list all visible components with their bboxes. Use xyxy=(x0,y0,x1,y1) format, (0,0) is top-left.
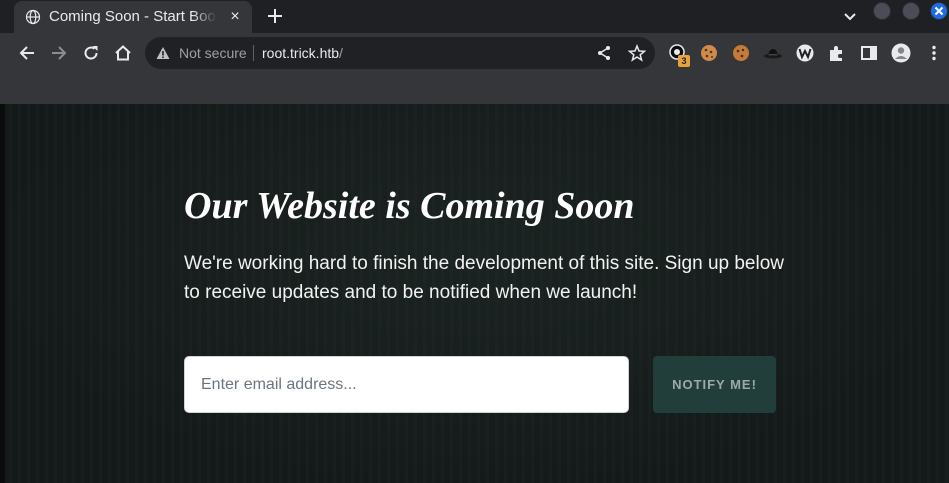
profile-avatar-icon[interactable] xyxy=(891,43,911,63)
cookie-editor-icon[interactable] xyxy=(731,43,751,63)
cookie-extension-icon[interactable] xyxy=(699,43,719,63)
back-arrow-icon[interactable] xyxy=(18,44,36,62)
tab-strip: Coming Soon - Start Bootstrap Theme × xyxy=(0,0,949,33)
email-input[interactable] xyxy=(184,356,629,413)
bookmark-star-icon[interactable] xyxy=(628,44,646,62)
wappalyzer-icon[interactable] xyxy=(795,43,815,63)
bookmarks-bar xyxy=(0,73,949,105)
hat-extension-icon[interactable] xyxy=(763,43,783,63)
reload-icon[interactable] xyxy=(82,44,100,62)
minimize-window-button[interactable] xyxy=(873,2,891,20)
extensions-puzzle-icon[interactable] xyxy=(827,43,847,63)
side-panel-icon[interactable] xyxy=(859,43,879,63)
url-host: root.trick.htb xyxy=(262,45,340,61)
globe-icon xyxy=(25,9,41,25)
security-status[interactable]: Not secure xyxy=(179,45,247,61)
maximize-window-button[interactable] xyxy=(902,2,920,20)
close-window-button[interactable] xyxy=(930,2,948,20)
address-separator xyxy=(253,45,254,61)
warning-icon[interactable] xyxy=(156,46,170,60)
tab-close-icon[interactable]: × xyxy=(226,8,244,26)
tab-title: Coming Soon - Start Bootstrap Theme xyxy=(49,8,217,25)
page-viewport: Our Website is Coming Soon We're working… xyxy=(0,104,949,483)
share-icon[interactable] xyxy=(596,45,612,61)
tab-search-chevron-icon[interactable] xyxy=(842,8,858,24)
extension-badge: 3 xyxy=(678,55,690,67)
close-icon xyxy=(934,6,944,16)
forward-arrow-icon[interactable] xyxy=(50,44,68,62)
address-bar[interactable]: Not secure root.trick.htb/ xyxy=(145,37,655,69)
home-icon[interactable] xyxy=(114,44,132,62)
notify-me-button[interactable]: NOTIFY ME! xyxy=(653,356,776,413)
browser-toolbar: Not secure root.trick.htb/ xyxy=(0,33,949,73)
more-menu-icon[interactable] xyxy=(924,43,944,63)
url-text[interactable]: root.trick.htb/ xyxy=(262,45,343,61)
tab-coming-soon[interactable]: Coming Soon - Start Bootstrap Theme × xyxy=(14,1,252,33)
page-title: Our Website is Coming Soon xyxy=(184,185,635,227)
page-lead-text: We're working hard to finish the develop… xyxy=(184,253,784,303)
url-path: / xyxy=(339,45,343,61)
new-tab-icon[interactable] xyxy=(265,6,285,26)
